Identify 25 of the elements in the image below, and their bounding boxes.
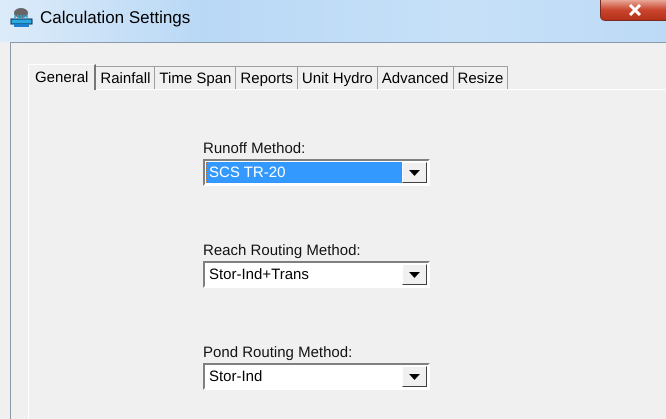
basin-icon [10, 8, 32, 27]
dropdown-button[interactable] [402, 366, 427, 387]
dropdown[interactable]: Stor-Ind [203, 363, 430, 390]
dropdown[interactable]: Stor-Ind+Trans [203, 261, 430, 288]
dropdown-value: Stor-Ind+Trans [208, 265, 310, 285]
tab[interactable]: General [28, 64, 96, 90]
tab[interactable]: Rainfall [96, 66, 156, 89]
caret-icon [409, 272, 420, 278]
field-label: Reach Routing Method: [203, 242, 362, 259]
dropdown-button[interactable] [402, 264, 427, 285]
field-label: Runoff Method: [203, 140, 306, 157]
dropdown-value: SCS TR-20 [206, 162, 402, 183]
tab[interactable]: Advanced [378, 66, 454, 89]
tab[interactable]: Time Span [155, 66, 236, 89]
dropdown-value: Stor-Ind [208, 367, 264, 387]
field-label: Pond Routing Method: [203, 344, 354, 361]
close-icon [628, 4, 642, 16]
close-button[interactable] [600, 0, 666, 21]
caret-icon [409, 170, 420, 176]
tab[interactable]: Reports [236, 66, 298, 89]
dropdown-button[interactable] [402, 162, 427, 183]
window-title: Calculation Settings [40, 8, 190, 28]
tab[interactable]: Resize [454, 66, 508, 89]
tab[interactable]: Unit Hydro [298, 66, 378, 89]
caret-icon [409, 374, 420, 380]
